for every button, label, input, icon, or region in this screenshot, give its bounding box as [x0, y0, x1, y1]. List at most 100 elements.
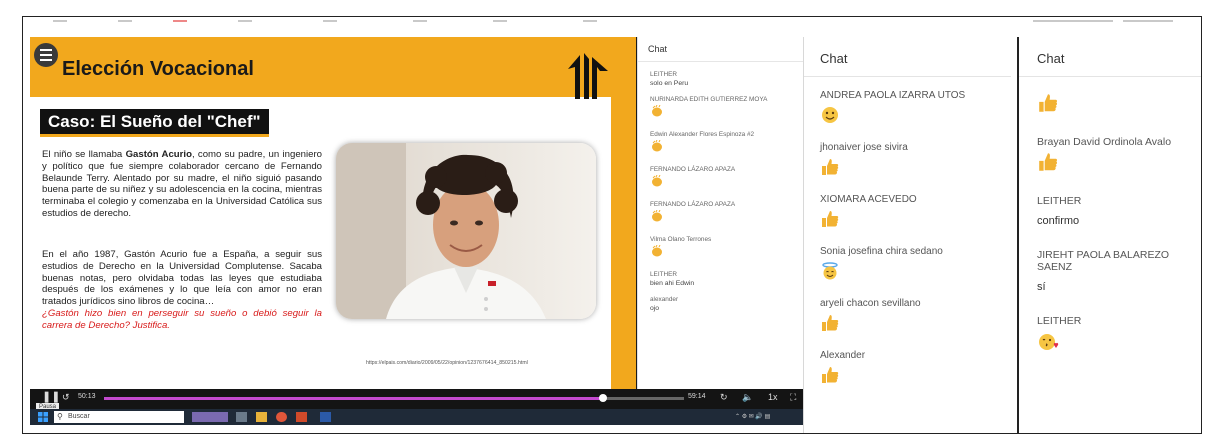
clap-icon: [652, 209, 662, 222]
kiss-face-icon: [1039, 334, 1059, 350]
fullscreen-icon[interactable]: ⛶: [790, 392, 796, 403]
chat-message: LEITHER solo en Peru: [638, 71, 830, 87]
thumbs-up-icon: [822, 315, 839, 331]
para2-text: En el año 1987, Gastón Acurio fue a Espa…: [42, 249, 322, 308]
clap-icon: [652, 104, 662, 117]
chat-message: FERNANDO LÁZARO APAZA: [638, 166, 830, 192]
menu-icon[interactable]: [34, 43, 58, 67]
slide-paragraph-2: En el año 1987, Gastón Acurio fue a Espa…: [42, 249, 322, 332]
rewind-icon[interactable]: ↺: [62, 392, 70, 403]
chat-author: Edwin Alexander Flores Espinoza #2: [650, 131, 755, 138]
smile-icon: [822, 107, 838, 123]
chrome-icon[interactable]: [276, 412, 287, 422]
chat2-title: Chat: [804, 37, 1011, 77]
browser-top-strip: [23, 17, 1201, 23]
chat-message: Sonia josefina chira sedano: [804, 246, 1011, 285]
university-logo-icon: [568, 53, 608, 99]
clap-icon: [652, 174, 662, 187]
thumbs-up-icon: [822, 211, 839, 227]
chat-author: Sonia josefina chira sedano: [820, 246, 943, 257]
player-controls: ❚❚ Pausa ↺ 50:13 59:14 ↻ 🔈 1x ⛶ ⚲Buscar: [30, 389, 830, 425]
chat-author: JIREHT PAOLA BALAREZO SAENZ: [1037, 249, 1170, 273]
chat-author: Alexander: [820, 350, 866, 361]
thumbs-up-icon: [1039, 94, 1058, 112]
chat-message: Vilma Olano Terrones: [638, 236, 830, 262]
slide-paragraph-1: El niño se llamaba Gastón Acurio, como s…: [42, 149, 322, 220]
chat-message: Brayan David Ordinola Avalo: [1019, 136, 1201, 177]
chat-author: LEITHER: [1037, 315, 1082, 327]
chat-panel-3: Chat Brayan David Ordinola Avalo LEITHER…: [1017, 37, 1201, 433]
chat-text: bien ahi Edwin: [650, 280, 695, 287]
presentation-slide: Elección Vocacional Caso: El Sueño del "…: [30, 37, 636, 389]
chat-author: FERNANDO LÁZARO APAZA: [650, 201, 736, 208]
chat-message: LEITHER: [1019, 315, 1201, 356]
chat-author: XIOMARA ACEVEDO: [820, 194, 917, 205]
clap-icon: [652, 244, 662, 257]
chat-message: XIOMARA ACEVEDO: [804, 194, 1011, 233]
taskbar-news-widget[interactable]: [192, 412, 228, 422]
chat-author: LEITHER: [650, 271, 677, 278]
chat-message: [1019, 89, 1201, 118]
windows-taskbar: ⚲ Buscar ⌃ ⚙ ✉ 🔊 ▤: [30, 409, 830, 425]
chat-message: LEITHER confirmo: [1019, 195, 1201, 227]
powerpoint-icon[interactable]: [296, 412, 307, 422]
chat1-title: Chat: [638, 37, 830, 62]
system-tray[interactable]: ⌃ ⚙ ✉ 🔊 ▤: [735, 413, 770, 420]
task-view-icon[interactable]: [236, 412, 247, 422]
progress-fill: [104, 397, 603, 400]
forward-icon[interactable]: ↻: [720, 392, 728, 403]
chat-text: ojo: [650, 305, 660, 312]
chat-author: LEITHER: [650, 71, 677, 78]
chat-author: Vilma Olano Terrones: [650, 236, 712, 243]
current-time: 50:13: [78, 393, 96, 400]
chat-message: FERNANDO LÁZARO APAZA: [638, 201, 830, 227]
chat-author: alexander: [650, 296, 679, 303]
chat3-title: Chat: [1019, 37, 1201, 77]
chat-panel-2: Chat ANDREA PAOLA IZARRA UTOS jhonaiver …: [803, 37, 1011, 433]
search-placeholder: Buscar: [68, 413, 90, 420]
chat-text: confirmo: [1037, 215, 1080, 227]
chat-author: aryeli chacon sevillano: [820, 298, 921, 309]
chat-author: Brayan David Ordinola Avalo: [1037, 136, 1172, 148]
total-time: 59:14: [688, 393, 706, 400]
chat-author: jhonaiver jose sivira: [820, 142, 908, 153]
clap-icon: [652, 139, 662, 152]
chat-message: alexander ojo: [638, 296, 830, 312]
thumbs-up-icon: [1039, 153, 1058, 171]
chat-text: solo en Peru: [650, 80, 689, 87]
chat-message: ANDREA PAOLA IZARRA UTOS: [804, 90, 1011, 129]
case-title: Caso: El Sueño del "Chef": [48, 111, 261, 131]
video-player[interactable]: Elección Vocacional Caso: El Sueño del "…: [30, 37, 830, 425]
chat-message: Alexander: [804, 350, 1011, 389]
chat-text: sí: [1037, 281, 1046, 293]
chat-author: ANDREA PAOLA IZARRA UTOS: [820, 90, 966, 101]
chat-author: FERNANDO LÁZARO APAZA: [650, 166, 736, 173]
chat-message: aryeli chacon sevillano: [804, 298, 1011, 337]
progress-handle[interactable]: [598, 394, 607, 402]
volume-icon[interactable]: 🔈: [742, 392, 753, 403]
chat-author: LEITHER: [1037, 195, 1082, 207]
thumbs-up-icon: [822, 159, 839, 175]
screenshot-frame: Elección Vocacional Caso: El Sueño del "…: [22, 16, 1202, 434]
chef-photo: [336, 143, 596, 319]
source-url[interactable]: https://elpais.com/diario/2009/05/22/opi…: [366, 360, 528, 366]
chat-message: jhonaiver jose sivira: [804, 142, 1011, 181]
chat-message: Edwin Alexander Flores Espinoza #2: [638, 131, 830, 157]
case-title-box: Caso: El Sueño del "Chef": [40, 109, 269, 137]
para1-bold-name: Gastón Acurio: [125, 149, 192, 160]
chat-message: JIREHT PAOLA BALAREZO SAENZ sí: [1019, 249, 1201, 293]
windows-start-icon[interactable]: [38, 412, 48, 422]
progress-bar[interactable]: [104, 394, 684, 402]
slide-question: ¿Gastón hizo bien en perseguir su sueño …: [42, 307, 322, 331]
word-icon[interactable]: [320, 412, 331, 422]
pause-icon[interactable]: ❚❚: [42, 390, 60, 403]
chat-message: LEITHER bien ahi Edwin: [638, 271, 830, 287]
taskbar-search-input[interactable]: ⚲ Buscar: [54, 411, 184, 423]
file-explorer-icon[interactable]: [256, 412, 267, 422]
thumbs-up-icon: [822, 367, 839, 383]
slide-right-band: [611, 97, 636, 389]
video-chat-panel: Chat LEITHER solo en Peru NURINARDA EDITH…: [637, 37, 830, 389]
para1-text: El niño se llamaba: [42, 149, 126, 160]
chat-author: NURINARDA EDITH GUTIERREZ MOYA: [650, 96, 768, 103]
speed-button[interactable]: 1x: [768, 392, 778, 402]
